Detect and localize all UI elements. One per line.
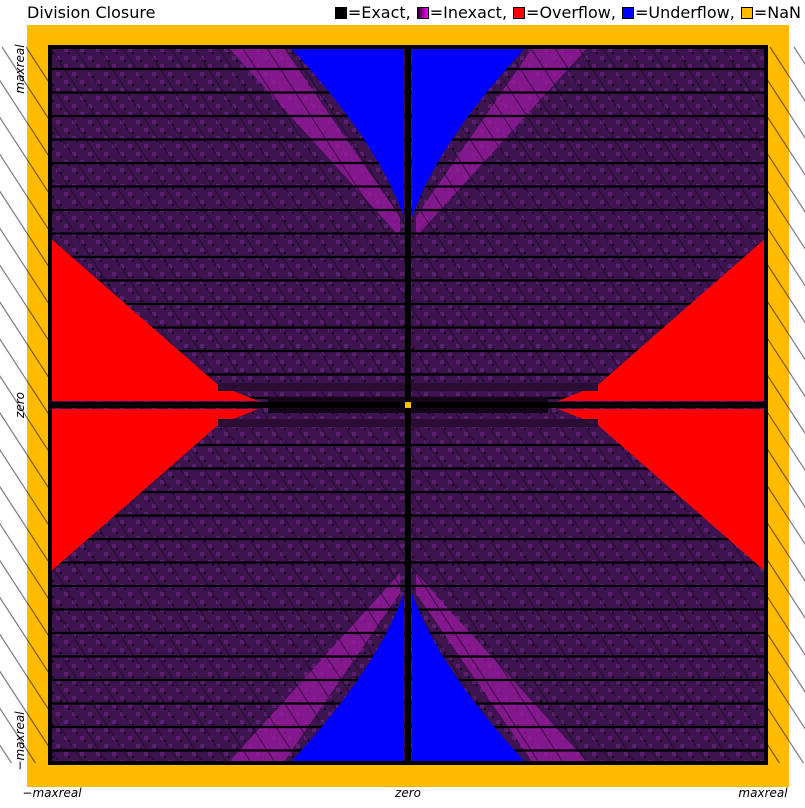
y-tick-label: −maxreal [13, 711, 27, 771]
x-tick-label: zero [394, 786, 421, 800]
nan-center-cell [405, 402, 411, 408]
division-closure-heatmap: −maxreal zero maxreal −maxreal zero maxreal [0, 25, 805, 800]
exact-diagonal [0, 744, 12, 764]
x-tick-label: maxreal [738, 786, 788, 800]
x-tick-label: −maxreal [22, 786, 82, 800]
y-tick-label: maxreal [13, 44, 27, 94]
y-tick-label: zero [13, 392, 27, 419]
exact-diagonal [793, 46, 805, 66]
